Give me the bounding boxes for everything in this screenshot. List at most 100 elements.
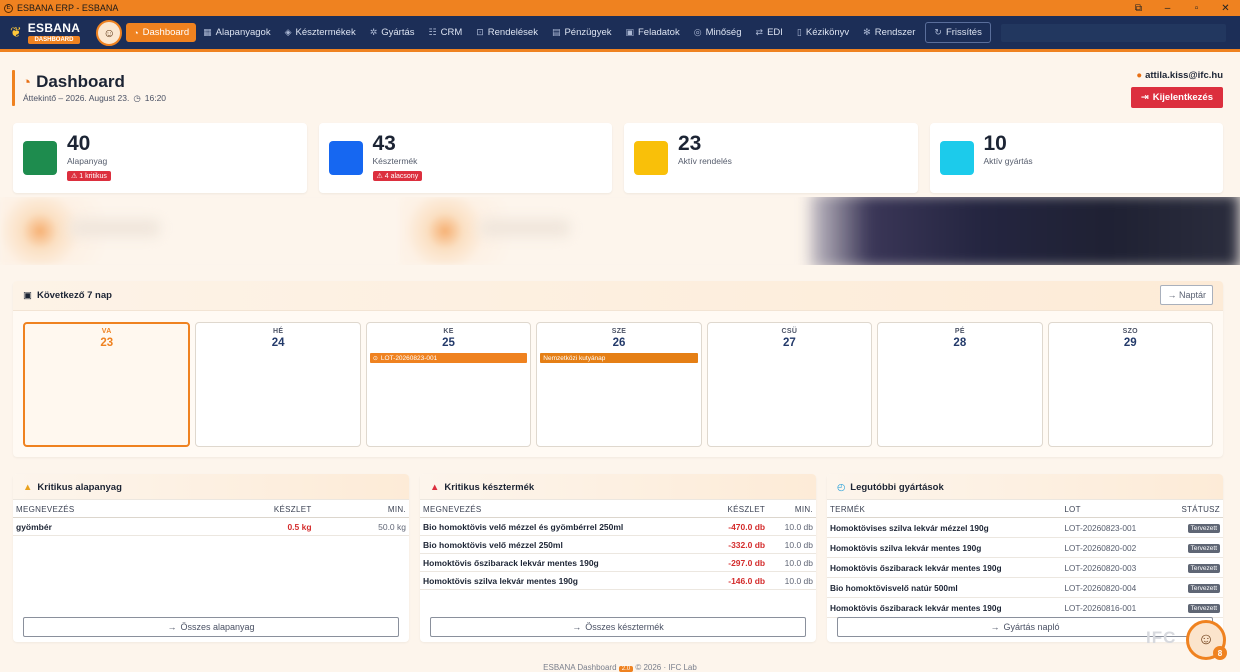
stat-badge: ⚠ 1 kritikus: [67, 171, 111, 181]
day-card[interactable]: CSÜ 27: [706, 322, 873, 447]
stat-label: Aktív rendelés: [678, 156, 732, 166]
users-icon: ☷: [428, 27, 437, 37]
nav-kezikonyv[interactable]: ▯ Kézikönyv: [790, 23, 856, 42]
critical-raw-table: MEGNEVEZÉS KÉSZLET MIN. gyömbér 0.5 kg 5…: [13, 499, 409, 536]
panel-title-text: Kritikus késztermék: [444, 482, 535, 493]
nav-keszterm[interactable]: ◈ Késztermékek: [278, 23, 363, 42]
history-icon: ◴: [837, 482, 846, 493]
stat-card-rendeles[interactable]: 23 Aktív rendelés: [624, 123, 918, 193]
snap-icon[interactable]: ⧉: [1124, 0, 1153, 16]
brand-logo[interactable]: ❦ ESBANA DASHBOARD: [10, 15, 81, 51]
panel-title: ▲ Kritikus késztermék: [430, 482, 534, 493]
calendar-button-label: Naptár: [1178, 290, 1206, 300]
cell-status: Tervezett: [1164, 517, 1223, 538]
stat-card-gyartas[interactable]: 10 Aktív gyártás: [929, 123, 1223, 193]
nav-label: Késztermékek: [295, 27, 356, 38]
money-icon: ▤: [551, 27, 561, 37]
day-event[interactable]: Nemzetközi kutyánap: [540, 353, 698, 363]
table-row[interactable]: Homoktövis őszibarack lekvár mentes 190g…: [827, 557, 1223, 578]
week-title: ▣ Következő 7 nap: [23, 290, 112, 301]
page-title: ◔ Dashboard: [22, 72, 125, 92]
table-row[interactable]: Bio homoktövisvelő natúr 500ml LOT-20260…: [827, 577, 1223, 598]
nav-gyartas[interactable]: ✲ Gyártás: [363, 23, 422, 42]
footer-version: 2.0: [618, 666, 634, 672]
stat-value: 23: [678, 132, 702, 155]
nav-penzugyek[interactable]: ▤ Pénzügyek: [545, 23, 619, 42]
logout-button[interactable]: ⇥ Kijelentkezés: [1130, 87, 1223, 108]
panel-header: ▲ Kritikus késztermék: [420, 474, 816, 499]
brand-sub: DASHBOARD: [27, 35, 81, 44]
cell-lot: LOT-20260820-002: [1061, 537, 1165, 558]
day-card[interactable]: VA 23: [23, 322, 191, 447]
panel-title-text: Kritikus alapanyag: [37, 482, 122, 493]
cell-product: Homoktövises szilva lekvár mézzel 190g: [827, 517, 1062, 538]
nav-rendszer[interactable]: ✻ Rendszer: [856, 23, 922, 42]
bag-icon: ⊡: [476, 27, 484, 37]
cell-product: Bio homoktövisvelő natúr 500ml: [827, 577, 1062, 598]
nav-feladatok[interactable]: ▣ Feladatok: [618, 23, 686, 42]
day-name: SZO: [1122, 328, 1138, 335]
nav-crm[interactable]: ☷ CRM: [422, 23, 470, 42]
day-date: 28: [953, 337, 967, 349]
nav-minoseg[interactable]: ◎ Minőség: [687, 23, 749, 42]
stat-card-alapanyag[interactable]: 40 Alapanyag ⚠ 1 kritikus: [13, 123, 307, 193]
table-row[interactable]: Homoktövises szilva lekvár mézzel 190g L…: [827, 517, 1223, 538]
blur-left-text: [70, 219, 160, 237]
day-name: VA: [101, 328, 112, 335]
nav-dashboard[interactable]: ◔ Dashboard: [126, 23, 197, 42]
user-email: attila.kiss@ifc.hu: [1145, 70, 1223, 81]
event-label: Nemzetközi kutyánap: [543, 354, 606, 362]
close-button[interactable]: ✕: [1211, 0, 1240, 16]
table-row[interactable]: Homoktövis őszibarack lekvár mentes 190g…: [827, 597, 1223, 618]
calendar-button[interactable]: → Naptár: [1160, 285, 1213, 305]
recent-production-panel: ◴ Legutóbbi gyártások TERMÉK LOT STÁTUSZ…: [827, 474, 1223, 642]
all-finished-button[interactable]: → Összes késztermék: [430, 617, 806, 637]
refresh-button[interactable]: ↻ Frissítés: [925, 22, 991, 43]
minimize-button[interactable]: –: [1153, 0, 1182, 16]
table-header-row: TERMÉK LOT STÁTUSZ: [827, 499, 1223, 518]
cell-stock: -146.0 db: [707, 571, 769, 590]
table-row[interactable]: Bio homoktövis velő mézzel 250ml -332.0 …: [420, 535, 816, 554]
day-list: VA 23 HÉ 24 KE 25 ⊙ LOT-20260823-001 SZE …: [23, 322, 1213, 447]
table-row[interactable]: Homoktövis szilva lekvár mentes 190g LOT…: [827, 537, 1223, 558]
mascot-avatar: ☺: [96, 19, 123, 46]
assistant-button[interactable]: ☺ 8: [1186, 620, 1227, 660]
column-header: TERMÉK: [827, 499, 1062, 518]
day-name: KE: [443, 328, 454, 335]
cell-lot: LOT-20260820-003: [1061, 557, 1165, 578]
nav-edi[interactable]: ⇄ EDI: [749, 23, 790, 42]
logout-label: Kijelentkezés: [1152, 92, 1213, 103]
day-event[interactable]: ⊙ LOT-20260823-001: [369, 353, 528, 363]
nav-alapanyagok[interactable]: ▦ Alapanyagok: [196, 23, 277, 42]
gear-icon: ✲: [369, 27, 378, 37]
table-row[interactable]: gyömbér 0.5 kg 50.0 kg: [13, 517, 409, 536]
gauge-icon: ◔: [133, 27, 139, 38]
column-header: MIN.: [314, 499, 409, 518]
cell-min: 50.0 kg: [314, 517, 409, 536]
day-card[interactable]: SZO 29: [1047, 322, 1213, 447]
nav-rendelesek[interactable]: ⊡ Rendelések: [469, 23, 545, 42]
day-date: 27: [783, 337, 796, 349]
week-header: ▣ Következő 7 nap → Naptár: [13, 281, 1223, 311]
week-title-text: Következő 7 nap: [36, 290, 112, 301]
leaf-icon: ❦: [10, 24, 22, 40]
day-card[interactable]: HÉ 24: [195, 322, 361, 447]
day-date: 26: [612, 337, 626, 349]
production-icon: ⊙: [372, 355, 378, 362]
cell-product: Homoktövis őszibarack lekvár mentes 190g: [827, 557, 1062, 578]
cell-stock: -332.0 db: [707, 535, 769, 554]
day-card[interactable]: SZE 26 Nemzetközi kutyánap: [536, 322, 702, 447]
stat-card-keszterm[interactable]: 43 Késztermék ⚠ 4 alacsony: [318, 123, 612, 193]
nav-label: Minőség: [705, 27, 742, 38]
table-row[interactable]: Homoktövis szilva lekvár mentes 190g -14…: [420, 571, 816, 590]
maximize-button[interactable]: ▫: [1182, 0, 1211, 16]
critical-finished-table: MEGNEVEZÉS KÉSZLET MIN. Bio homoktövis v…: [420, 499, 816, 590]
day-name: CSÜ: [781, 328, 798, 335]
column-header: LOT: [1061, 499, 1165, 518]
blurred-region: [0, 197, 1240, 265]
day-card[interactable]: PÉ 28: [877, 322, 1043, 447]
day-card[interactable]: KE 25 ⊙ LOT-20260823-001: [365, 322, 532, 447]
table-row[interactable]: Bio homoktövis velő mézzel és gyömbérrel…: [420, 517, 816, 536]
all-raw-button[interactable]: → Összes alapanyag: [23, 617, 399, 637]
table-row[interactable]: Homoktövis őszibarack lekvár mentes 190g…: [420, 553, 816, 572]
